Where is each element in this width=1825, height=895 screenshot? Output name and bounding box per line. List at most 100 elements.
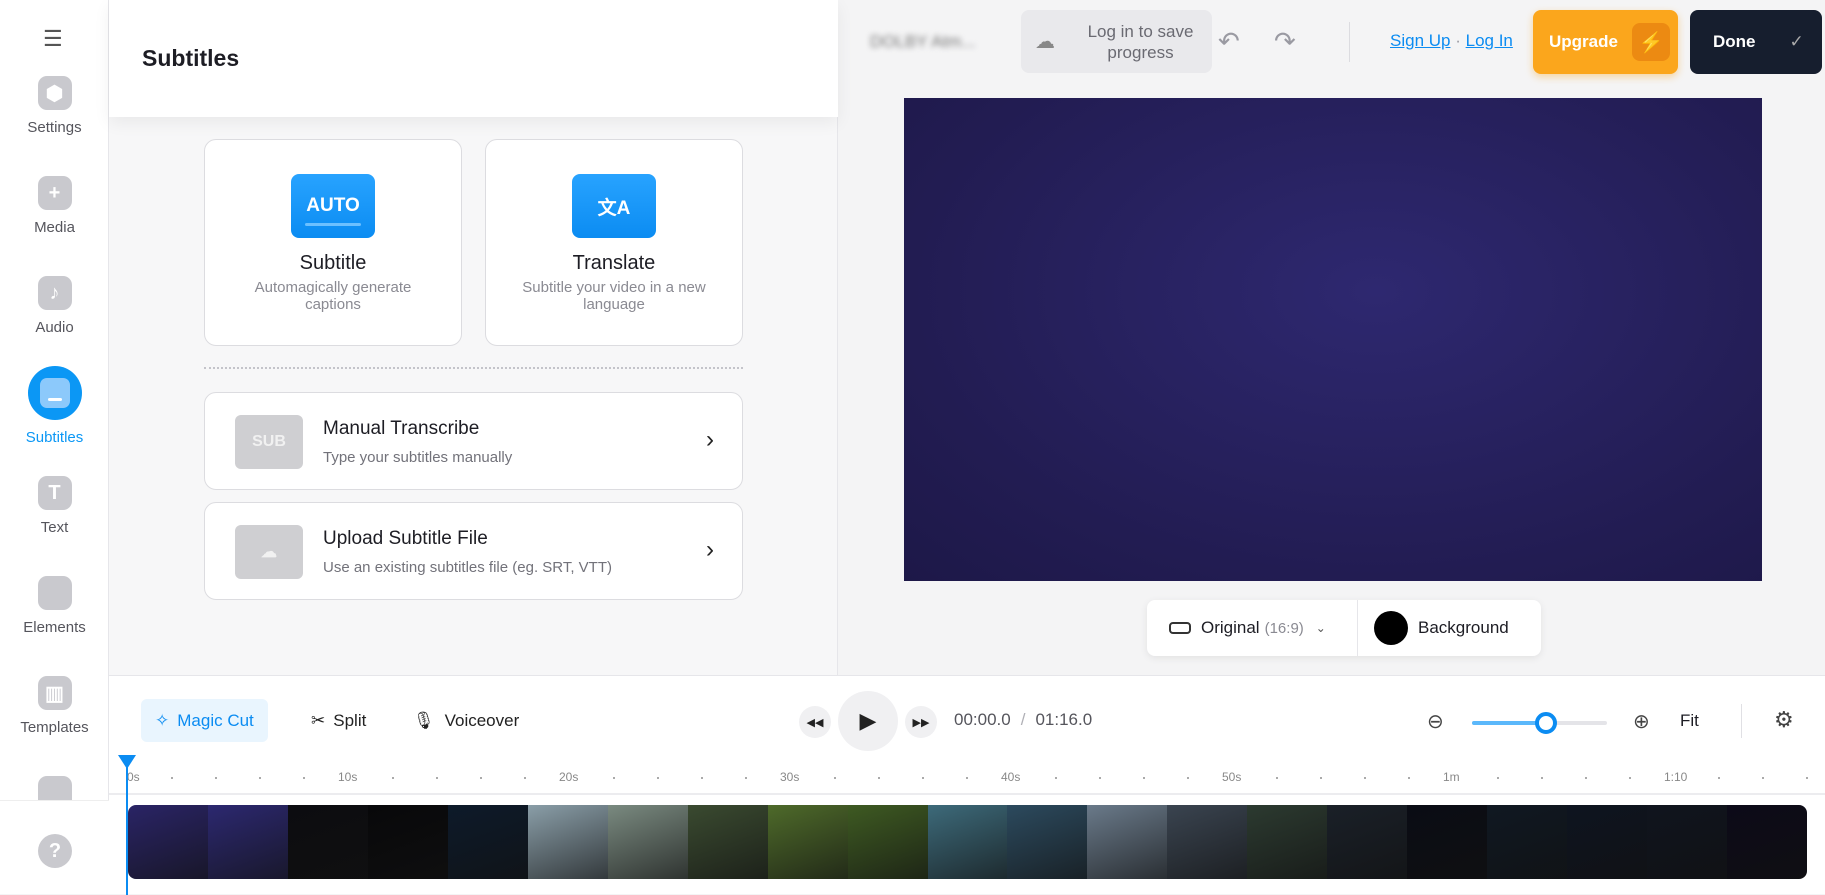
ruler-label: 1:10 xyxy=(1664,770,1688,784)
auto-icon: AUTO xyxy=(291,174,375,238)
ruler-tick xyxy=(1762,777,1764,779)
cloud-upload-icon: ☁ xyxy=(235,525,303,579)
ruler-label: 20s xyxy=(559,770,579,784)
play-button[interactable]: ▶ xyxy=(838,691,898,751)
duration: 01:16.0 xyxy=(1035,710,1093,729)
sidebar-label: Elements xyxy=(23,619,86,636)
timeline-settings-icon[interactable]: ⚙ xyxy=(1774,707,1794,733)
ruler-label: 10s xyxy=(338,770,358,784)
clip-thumbnail xyxy=(207,805,288,879)
auto-subtitle-card[interactable]: AUTO Subtitle Automagically generate capt… xyxy=(204,139,462,346)
magic-cut-button[interactable]: ✧ Magic Cut xyxy=(141,699,268,742)
ruler-tick xyxy=(657,777,659,779)
ruler-tick xyxy=(1364,777,1366,779)
background-button[interactable]: Background xyxy=(1358,611,1509,645)
translate-card[interactable]: 文A Translate Subtitle your video in a new… xyxy=(485,139,743,346)
clip-thumbnail xyxy=(1007,805,1088,879)
clip-thumbnail xyxy=(767,805,848,879)
rewind-button[interactable]: ◀◀ xyxy=(799,706,831,738)
fit-button[interactable]: Fit xyxy=(1680,711,1699,731)
clip-thumbnail xyxy=(847,805,928,879)
plus-icon: + xyxy=(37,176,72,210)
ruler-tick xyxy=(1143,777,1145,779)
ruler-tick xyxy=(392,777,394,779)
sidebar-item-media[interactable]: + Media xyxy=(0,176,109,266)
ruler-tick xyxy=(1585,777,1587,779)
clip-thumbnail xyxy=(1327,805,1408,879)
upgrade-label: Upgrade xyxy=(1549,32,1618,51)
row-title: Upload Subtitle File xyxy=(323,528,488,549)
row-desc: Use an existing subtitles file (eg. SRT,… xyxy=(323,559,612,576)
clip-thumbnail xyxy=(447,805,528,879)
sidebar-item-text[interactable]: T Text xyxy=(0,476,109,566)
ruler-tick xyxy=(1408,777,1410,779)
clip-thumbnail xyxy=(128,805,208,879)
done-button[interactable]: Done ✓ xyxy=(1690,10,1822,74)
ruler-tick xyxy=(1055,777,1057,779)
sidebar-label: Media xyxy=(34,219,75,236)
zoom-slider[interactable] xyxy=(1472,712,1607,734)
sidebar-label: Text xyxy=(40,519,69,536)
clip-thumbnail xyxy=(1167,805,1248,879)
sidebar-item-settings[interactable]: ⬢ Settings xyxy=(0,76,109,166)
voiceover-button[interactable]: 🎙 Voiceover xyxy=(399,699,533,742)
project-name[interactable]: DOLBY Atm... xyxy=(870,32,976,52)
translate-icon: 文A xyxy=(572,174,656,238)
ruler-tick xyxy=(480,777,482,779)
ruler-tick xyxy=(1541,777,1543,779)
zoom-in-icon[interactable]: ⊕ xyxy=(1633,709,1650,734)
clip-thumbnail xyxy=(1247,805,1328,879)
undo-icon[interactable]: ↶ xyxy=(1218,26,1240,57)
ruler-tick xyxy=(701,777,703,779)
fast-forward-button[interactable]: ▶▶ xyxy=(905,706,937,738)
panel-title: Subtitles xyxy=(142,45,240,71)
card-title: Subtitle xyxy=(299,252,367,274)
clip-thumbnail xyxy=(687,805,768,879)
aspect-ratio-select[interactable]: Original (16:9) ⌄ xyxy=(1147,600,1358,656)
manual-transcribe-row[interactable]: SUB Manual Transcribe Type your subtitles… xyxy=(204,392,743,490)
ruler-tick xyxy=(1497,777,1499,779)
split-button[interactable]: ✂ Split xyxy=(297,699,380,742)
chevron-right-icon: › xyxy=(706,426,714,453)
ruler-tick xyxy=(1629,777,1631,779)
video-track-clip[interactable] xyxy=(128,805,1807,879)
sidebar-item-templates[interactable]: ▥ Templates xyxy=(0,676,109,766)
sidebar-item-audio[interactable]: ♪ Audio xyxy=(0,276,109,366)
sidebar-label: Templates xyxy=(20,719,89,736)
zoom-out-icon[interactable]: ⊖ xyxy=(1427,709,1444,734)
video-preview[interactable] xyxy=(904,98,1762,581)
save-progress-hint[interactable]: ☁ Log in to save progress xyxy=(1021,10,1212,73)
ruler-label: 0s xyxy=(127,770,140,784)
sidebar-item-record[interactable] xyxy=(0,776,109,800)
ruler-tick xyxy=(259,777,261,779)
ruler-tick xyxy=(1099,777,1101,779)
menu-icon[interactable]: ☰ xyxy=(43,26,63,52)
redo-icon[interactable]: ↷ xyxy=(1274,26,1296,57)
sidebar-label: Settings xyxy=(27,119,82,136)
lightning-icon: ⚡ xyxy=(1631,23,1670,61)
music-note-icon: ♪ xyxy=(37,276,72,310)
log-in-link[interactable]: Log In xyxy=(1466,31,1513,50)
playhead[interactable] xyxy=(118,755,136,895)
ruler-tick xyxy=(524,777,526,779)
clip-thumbnail xyxy=(287,805,368,879)
sidebar-item-elements[interactable]: Elements xyxy=(0,576,109,666)
card-desc: Automagically generate captions xyxy=(254,279,412,313)
subtitles-icon xyxy=(27,366,82,420)
ruler-label: 40s xyxy=(1001,770,1021,784)
ruler-tick xyxy=(1320,777,1322,779)
chevron-right-icon: › xyxy=(706,536,714,563)
clip-thumbnail xyxy=(607,805,688,879)
sidebar-item-subtitles[interactable]: Subtitles xyxy=(0,366,109,466)
sign-up-link[interactable]: Sign Up xyxy=(1390,31,1450,50)
sparkle-icon: ✧ xyxy=(155,710,170,730)
chevron-down-icon: ⌄ xyxy=(1315,621,1326,635)
sidebar-label: Audio xyxy=(35,319,74,336)
ruler-label: 30s xyxy=(780,770,800,784)
upload-subtitle-row[interactable]: ☁ Upload Subtitle File Use an existing su… xyxy=(204,502,743,600)
upgrade-button[interactable]: Upgrade ⚡ xyxy=(1533,10,1678,74)
help-icon[interactable]: ? xyxy=(38,834,72,868)
divider xyxy=(204,367,743,369)
ruler-baseline xyxy=(109,793,1825,795)
ruler-tick xyxy=(171,777,173,779)
